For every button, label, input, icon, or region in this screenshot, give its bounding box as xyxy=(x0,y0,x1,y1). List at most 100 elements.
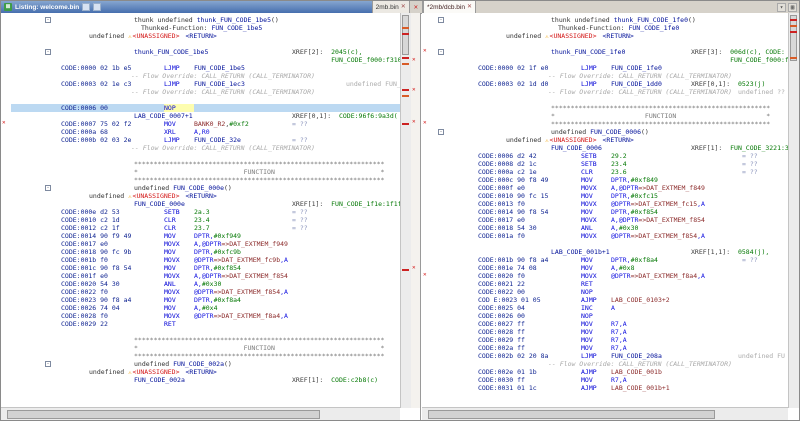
menu-icon[interactable] xyxy=(93,3,101,11)
left-listing-row[interactable]: CODE:0006 00NOP xyxy=(11,104,400,112)
left-listing-row[interactable]: undefined⚠<UNASSIGNED><RETURN> xyxy=(11,368,400,376)
left-listing-row[interactable]: CODE:0017 e0MOVXA,@DPTR=>DAT_EXTMEM_f949 xyxy=(11,240,400,248)
fold-toggle-icon[interactable]: - xyxy=(45,49,51,55)
left-listing-row[interactable]: LAB_CODE_0007+1XREF[0,1]: CODE:96f6:9a3d… xyxy=(11,112,400,120)
tab-2mbdcb-bin[interactable]: *2mb/dcb.bin ✕ xyxy=(423,1,476,13)
left-vertical-scrollbar[interactable] xyxy=(400,13,411,408)
error-marker-icon[interactable]: ✕ xyxy=(412,264,416,271)
right-listing-row[interactable]: CODE:0006 d2 42SETB29.2= ?? xyxy=(432,152,788,160)
error-marker-icon[interactable]: ✕ xyxy=(423,119,427,126)
right-listing-row[interactable]: CODE:0025 04INCA xyxy=(432,304,788,312)
right-listing-row[interactable]: CODE:002b 02 20 8aLJMPFUN_CODE_208aundef… xyxy=(432,352,788,360)
left-listing-row[interactable]: Thunked-Function: FUN_CODE_1be5 xyxy=(11,24,400,32)
right-listing-row[interactable]: LAB_CODE_001b+1XREF[1,1]: 0584(j), xyxy=(432,248,788,256)
right-listing-row[interactable]: CODE:0013 f0MOVX@DPTR=>DAT_EXTMEM_fc15,A xyxy=(432,200,788,208)
left-listing-row[interactable]: CODE:0003 02 1e c3LJMPFUN_CODE_1ec3undef… xyxy=(11,80,400,88)
right-listing-row[interactable]: -undefined FUN_CODE_0006() xyxy=(432,128,788,136)
left-listing-row[interactable]: undefined⚠<UNASSIGNED><RETURN> xyxy=(11,32,400,40)
left-listing-row[interactable]: CODE:001c 90 f8 54MOVDPTR,#0xf854 xyxy=(11,264,400,272)
fold-toggle-icon[interactable]: - xyxy=(438,17,444,23)
right-listing-row[interactable]: -thunk_FUN_CODE_1fe0XREF[3]: 006d(c), CO… xyxy=(432,48,788,56)
right-listing-row[interactable]: CODE:000c 90 f8 49MOVDPTR,#0xf849 xyxy=(432,176,788,184)
scroll-thumb[interactable] xyxy=(7,410,320,419)
left-listing-row[interactable]: undefined⚠<UNASSIGNED><RETURN> xyxy=(11,192,400,200)
right-listing-row[interactable]: CODE:0000 02 1f e0LJMPFUN_CODE_1fe0 xyxy=(432,64,788,72)
left-listing-row[interactable]: -undefined FUN_CODE_000e() xyxy=(11,184,400,192)
left-listing-row[interactable]: ****************************************… xyxy=(11,336,400,344)
left-listing-row[interactable]: * FUNCTION * xyxy=(11,344,400,352)
left-horizontal-scrollbar[interactable] xyxy=(1,407,400,420)
right-listing-row[interactable] xyxy=(432,96,788,104)
right-listing-row[interactable]: CODE:0022 00NOP xyxy=(432,288,788,296)
tab-close-icon[interactable]: ✕ xyxy=(467,4,472,10)
tab-2mb-bin[interactable]: 2mb.bin ✕ xyxy=(372,1,410,13)
fold-toggle-icon[interactable]: - xyxy=(45,185,51,191)
right-listing-row[interactable] xyxy=(432,40,788,48)
right-listing-row[interactable]: CODE:000f e0MOVXA,@DPTR=>DAT_EXTMEM_f849 xyxy=(432,184,788,192)
right-listing-row[interactable]: CODE:0020 f0MOVX@DPTR=>DAT_EXTMEM_f8a4,A xyxy=(432,272,788,280)
right-listing-row[interactable]: ****************************************… xyxy=(432,104,788,112)
right-listing-row[interactable]: CODE:0030 ffMOVR7,A xyxy=(432,376,788,384)
right-listing-row[interactable]: undefined⚠<UNASSIGNED><RETURN> xyxy=(432,32,788,40)
left-listing-row[interactable]: CODE:000a 68XRLA,R0 xyxy=(11,128,400,136)
error-marker-icon[interactable]: ✕ xyxy=(423,271,427,278)
right-listing-row[interactable]: CODE:002e 01 1bAJMPLAB_CODE_001b xyxy=(432,368,788,376)
left-listing-row[interactable]: CODE:001f e0MOVXA,@DPTR=>DAT_EXTMEM_f854 xyxy=(11,272,400,280)
right-listing-row[interactable]: CODE:0027 ffMOVR7,A xyxy=(432,320,788,328)
right-listing-row[interactable]: CODE:0018 54 30ANLA,#0x30 xyxy=(432,224,788,232)
left-listing-row[interactable]: CODE:0023 90 f8 a4MOVDPTR,#0xf8a4 xyxy=(11,296,400,304)
error-marker-icon[interactable]: ✕ xyxy=(412,56,416,63)
error-marker-icon[interactable]: ✕ xyxy=(412,86,416,93)
right-listing-row[interactable]: -- Flow Override: CALL_RETURN (CALL_TERM… xyxy=(432,72,788,80)
left-listing-row[interactable]: * FUNCTION * xyxy=(11,168,400,176)
right-listing-row[interactable]: Thunked-Function: FUN_CODE_1fe0 xyxy=(432,24,788,32)
right-listing-row[interactable]: -- Flow Override: CALL_RETURN (CALL_TERM… xyxy=(432,360,788,368)
right-listing-row[interactable]: CODE:001b 90 f8 a4MOVDPTR,#0xf8a4= ?? xyxy=(432,256,788,264)
left-listing-row[interactable]: CODE:0014 90 f9 49MOVDPTR,#0xf949 xyxy=(11,232,400,240)
right-horizontal-scrollbar[interactable] xyxy=(422,407,788,420)
right-listing-row[interactable]: CODE:0026 00NOP xyxy=(432,312,788,320)
right-listing-row[interactable]: -- Flow Override: CALL_RETURN (CALL_TERM… xyxy=(432,88,788,96)
scroll-thumb[interactable] xyxy=(402,15,409,55)
right-listing-row[interactable]: CODE:001a f0MOVX@DPTR=>DAT_EXTMEM_f854,A xyxy=(432,232,788,240)
scroll-thumb[interactable] xyxy=(790,15,797,61)
fold-toggle-icon[interactable]: - xyxy=(438,49,444,55)
left-listing-row[interactable]: CODE:0028 f0MOVX@DPTR=>DAT_EXTMEM_f8a4,A xyxy=(11,312,400,320)
left-listing-row[interactable]: CODE:0029 22RET xyxy=(11,320,400,328)
left-listing-row[interactable]: -thunk_FUN_CODE_1be5XREF[2]: 2045(c), xyxy=(11,48,400,56)
right-listing-row[interactable]: CODE:0008 d2 1cSETB23.4= ?? xyxy=(432,160,788,168)
right-listing-row[interactable]: FUN_CODE_f000:f06 xyxy=(432,56,788,64)
right-listing-row[interactable]: FUN_CODE_0006XREF[1]: FUN_CODE_3221:322 xyxy=(432,144,788,152)
right-vertical-scrollbar[interactable] xyxy=(788,13,799,408)
right-listing-row[interactable]: CODE:0014 90 f8 54MOVDPTR,#0xf854 xyxy=(432,208,788,216)
error-marker-icon[interactable]: ✕ xyxy=(412,118,416,125)
right-listing-row[interactable]: CODE:0017 e0MOVXA,@DPTR=>DAT_EXTMEM_f854 xyxy=(432,216,788,224)
left-listing-row[interactable]: CODE:0020 54 30ANLA,#0x30 xyxy=(11,280,400,288)
left-listing-row[interactable]: CODE:0022 f0MOVX@DPTR=>DAT_EXTMEM_f854,A xyxy=(11,288,400,296)
right-listing-row[interactable]: CODE:0003 02 1d d0LJMPFUN_CODE_1dd0XREF[… xyxy=(432,80,788,88)
left-listing-row[interactable]: -undefined FUN_CODE_002a() xyxy=(11,360,400,368)
left-listing[interactable]: -thunk undefined thunk_FUN_CODE_1be5()Th… xyxy=(11,13,400,408)
tab-close-icon[interactable]: ✕ xyxy=(401,4,406,10)
right-listing-row[interactable]: -thunk undefined thunk_FUN_CODE_1fe0() xyxy=(432,16,788,24)
left-listing-row[interactable] xyxy=(11,40,400,48)
left-listing-row[interactable]: CODE:000b 02 03 2eLJMPFUN_CODE_32e= ?? xyxy=(11,136,400,144)
error-marker-icon[interactable]: ✕ xyxy=(2,119,6,126)
left-listing-row[interactable]: CODE:001b f0MOVX@DPTR=>DAT_EXTMEM_fc9b,A xyxy=(11,256,400,264)
fold-toggle-icon[interactable]: - xyxy=(438,129,444,135)
left-listing-row[interactable] xyxy=(11,152,400,160)
error-marker-icon[interactable]: ✕ xyxy=(423,47,427,54)
left-listing-row[interactable]: CODE:0018 90 fc 9bMOVDPTR,#0xfc9b xyxy=(11,248,400,256)
right-listing-row[interactable]: CODE:0028 ffMOVR7,A xyxy=(432,328,788,336)
left-listing-row[interactable]: ****************************************… xyxy=(11,176,400,184)
close-icon[interactable]: ✕ xyxy=(414,3,418,11)
left-listing-row[interactable]: CODE:0012 c2 1fCLR23.7= ?? xyxy=(11,224,400,232)
right-listing[interactable]: -thunk undefined thunk_FUN_CODE_1fe0()Th… xyxy=(432,13,788,408)
left-listing-row[interactable]: -- Flow Override: CALL_RETURN (CALL_TERM… xyxy=(11,88,400,96)
left-listing-row[interactable]: CODE:0026 74 04MOVA,#0x4 xyxy=(11,304,400,312)
scroll-thumb[interactable] xyxy=(428,410,715,419)
left-listing-row[interactable]: -thunk undefined thunk_FUN_CODE_1be5() xyxy=(11,16,400,24)
left-listing-row[interactable] xyxy=(11,328,400,336)
fold-toggle-icon[interactable]: - xyxy=(45,17,51,23)
right-listing-row[interactable]: COD E:0023 01 05AJMPLAB_CODE_0103+2 xyxy=(432,296,788,304)
